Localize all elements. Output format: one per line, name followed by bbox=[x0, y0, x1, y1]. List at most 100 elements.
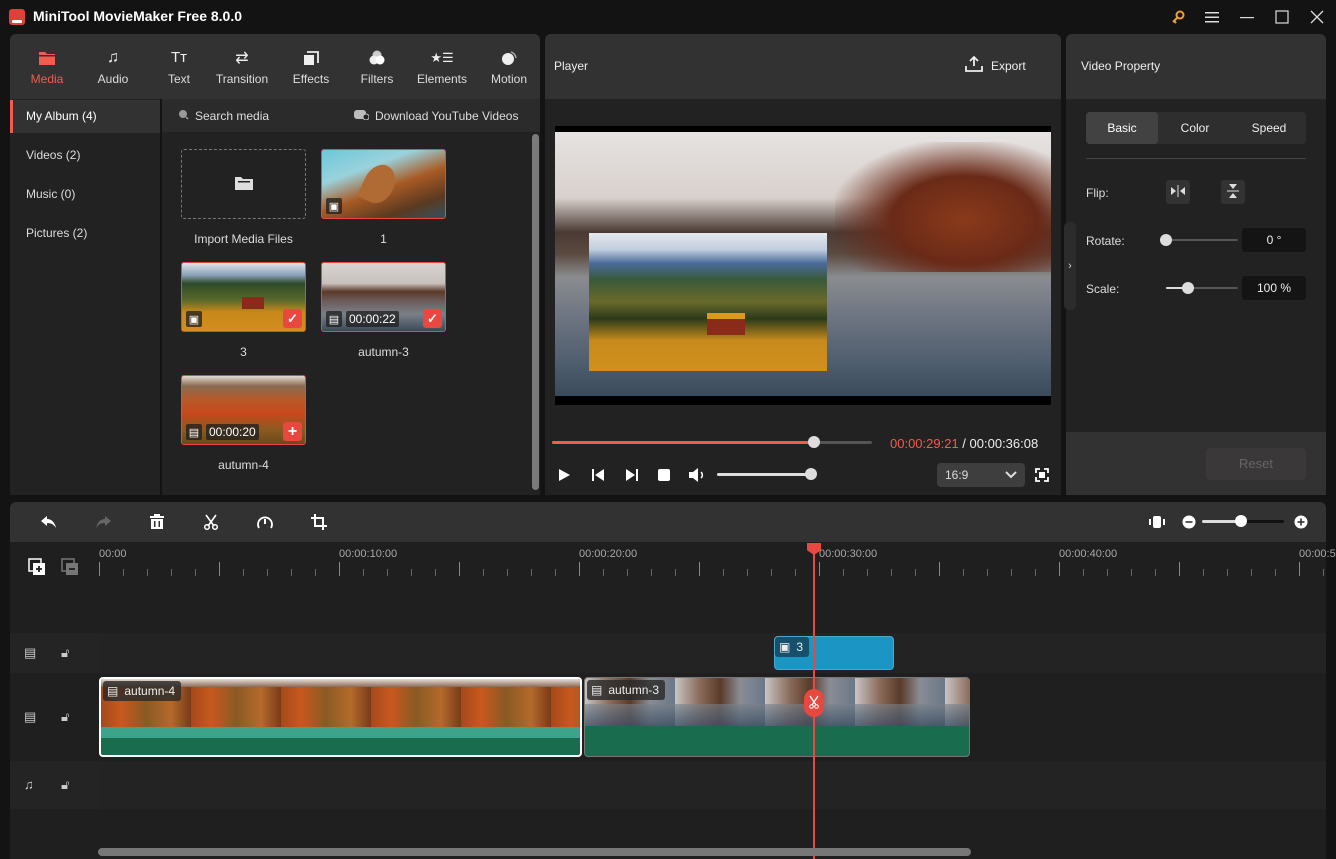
menu-icon[interactable] bbox=[1198, 6, 1226, 28]
sidebar-item-my-album[interactable]: My Album (4) bbox=[10, 100, 160, 133]
media-item-3[interactable]: ▣ ✓ bbox=[181, 262, 306, 332]
ruler-major-tick bbox=[699, 562, 700, 576]
next-frame-button[interactable] bbox=[625, 467, 639, 486]
crop-icon[interactable] bbox=[307, 510, 331, 534]
scale-handle[interactable] bbox=[1181, 282, 1194, 294]
timeline-clip-autumn-3[interactable]: ▤ autumn-3 bbox=[584, 677, 970, 757]
close-icon[interactable] bbox=[1303, 6, 1331, 28]
added-check-icon[interactable]: ✓ bbox=[283, 309, 302, 328]
timeline-clip-autumn-4[interactable]: ▤ autumn-4 bbox=[99, 677, 582, 757]
fit-timeline-icon[interactable] bbox=[1145, 510, 1169, 534]
export-button[interactable]: Export bbox=[965, 55, 1026, 75]
import-media-button[interactable] bbox=[181, 149, 306, 219]
rotate-label: Rotate: bbox=[1086, 234, 1125, 248]
sidebar-item-videos[interactable]: Videos (2) bbox=[10, 139, 160, 172]
ruler-minor-tick bbox=[147, 569, 148, 576]
sidebar-item-pictures[interactable]: Pictures (2) bbox=[10, 217, 160, 250]
download-youtube-button[interactable]: Download YouTube Videos bbox=[354, 109, 518, 123]
filters-icon bbox=[368, 48, 386, 68]
unlock-icon[interactable]: 🔓︎ bbox=[61, 645, 69, 661]
split-scissors-icon[interactable] bbox=[199, 510, 223, 534]
ruler-minor-tick bbox=[603, 569, 604, 576]
ruler-minor-tick bbox=[795, 569, 796, 576]
volume-handle[interactable] bbox=[805, 468, 817, 480]
ruler-minor-tick bbox=[651, 569, 652, 576]
speed-icon[interactable] bbox=[253, 510, 277, 534]
ruler-minor-tick bbox=[867, 569, 868, 576]
media-toolbar: Media ♫ Audio Tт Text ⇄ Transition Effec… bbox=[10, 34, 540, 99]
unlock-icon[interactable]: 🔓︎ bbox=[61, 777, 69, 793]
media-scrollbar[interactable] bbox=[532, 134, 539, 490]
rotate-handle[interactable] bbox=[1160, 234, 1172, 246]
tab-label: Text bbox=[167, 71, 190, 86]
add-track-icon[interactable] bbox=[28, 558, 46, 579]
tab-label: Effects bbox=[292, 71, 330, 86]
rotate-input[interactable]: 0 ° bbox=[1242, 228, 1306, 252]
ruler-minor-tick bbox=[987, 569, 988, 576]
remove-track-icon[interactable] bbox=[61, 558, 79, 579]
title-bar: MiniTool MovieMaker Free 8.0.0 bbox=[0, 0, 1336, 34]
timeline-clip-image-3[interactable]: ▣ 3 bbox=[774, 636, 894, 670]
ruler-minor-tick bbox=[1275, 569, 1276, 576]
tab-filters[interactable]: Filters bbox=[346, 34, 408, 99]
search-media-button[interactable]: Search media bbox=[178, 109, 269, 123]
fullscreen-icon[interactable] bbox=[1035, 468, 1049, 485]
tab-speed[interactable]: Speed bbox=[1232, 112, 1306, 144]
aspect-ratio-select[interactable]: 16:9 bbox=[937, 463, 1025, 487]
tab-text[interactable]: Tт Text bbox=[148, 34, 210, 99]
tab-media[interactable]: Media bbox=[16, 34, 78, 99]
sidebar-item-music[interactable]: Music (0) bbox=[10, 178, 160, 211]
ruler-minor-tick bbox=[771, 569, 772, 576]
clip-label: ▣ 3 bbox=[775, 637, 810, 657]
maximize-icon[interactable] bbox=[1268, 6, 1296, 28]
volume-icon[interactable] bbox=[688, 467, 706, 486]
preview-overlay-image[interactable] bbox=[589, 233, 827, 371]
current-time: 00:00:29:21 bbox=[890, 436, 959, 451]
added-check-icon[interactable]: ✓ bbox=[423, 309, 442, 328]
chevron-down-icon bbox=[1005, 468, 1017, 482]
media-item-autumn-4[interactable]: ▤ 00:00:20 + bbox=[181, 375, 306, 445]
redo-icon[interactable] bbox=[91, 510, 115, 534]
playhead-split-button[interactable] bbox=[804, 689, 824, 717]
play-button[interactable] bbox=[557, 467, 571, 486]
delete-icon[interactable] bbox=[145, 510, 169, 534]
flip-vertical-button[interactable] bbox=[1221, 180, 1245, 204]
unlock-icon[interactable]: 🔓︎ bbox=[61, 709, 69, 725]
tab-label: Media bbox=[30, 71, 64, 86]
zoom-out-icon[interactable] bbox=[1177, 510, 1201, 534]
app-logo-icon bbox=[9, 9, 25, 25]
export-label: Export bbox=[991, 58, 1026, 73]
minimize-icon[interactable] bbox=[1233, 6, 1261, 28]
previous-frame-button[interactable] bbox=[591, 467, 605, 486]
tab-color[interactable]: Color bbox=[1158, 112, 1232, 144]
ruler-minor-tick bbox=[627, 569, 628, 576]
zoom-in-icon[interactable] bbox=[1289, 510, 1313, 534]
tab-audio[interactable]: ♫ Audio bbox=[82, 34, 144, 99]
rotate-slider[interactable] bbox=[1166, 239, 1238, 241]
tab-elements[interactable]: ★☰ Elements bbox=[411, 34, 473, 99]
scale-input[interactable]: 100 % bbox=[1242, 276, 1306, 300]
tab-effects[interactable]: Effects bbox=[280, 34, 342, 99]
ruler-major-tick bbox=[1179, 562, 1180, 576]
undo-icon[interactable] bbox=[37, 510, 61, 534]
video-preview[interactable] bbox=[555, 126, 1051, 405]
media-item-autumn-3[interactable]: ▤ 00:00:22 ✓ bbox=[321, 262, 446, 332]
flip-horizontal-button[interactable] bbox=[1166, 180, 1190, 204]
timeline-zoom-handle[interactable] bbox=[1234, 515, 1247, 527]
tab-transition[interactable]: ⇄ Transition bbox=[211, 34, 273, 99]
download-youtube-label: Download YouTube Videos bbox=[375, 109, 519, 123]
collapse-panel-button[interactable]: › bbox=[1064, 222, 1076, 310]
volume-slider[interactable] bbox=[717, 473, 811, 476]
key-icon[interactable] bbox=[1164, 6, 1192, 28]
reset-button[interactable]: Reset bbox=[1206, 448, 1306, 480]
media-library: Search media Download YouTube Videos Imp… bbox=[162, 99, 540, 495]
add-plus-icon[interactable]: + bbox=[283, 422, 302, 441]
stop-button[interactable] bbox=[657, 468, 671, 485]
media-item-1[interactable]: ▣ bbox=[321, 149, 446, 219]
ruler-minor-tick bbox=[1107, 569, 1108, 576]
tab-motion[interactable]: Motion bbox=[478, 34, 540, 99]
timeline-horizontal-scrollbar[interactable] bbox=[98, 848, 971, 856]
ruler-minor-tick bbox=[891, 569, 892, 576]
tab-basic[interactable]: Basic bbox=[1086, 112, 1158, 144]
playback-progress-handle[interactable] bbox=[808, 436, 821, 448]
